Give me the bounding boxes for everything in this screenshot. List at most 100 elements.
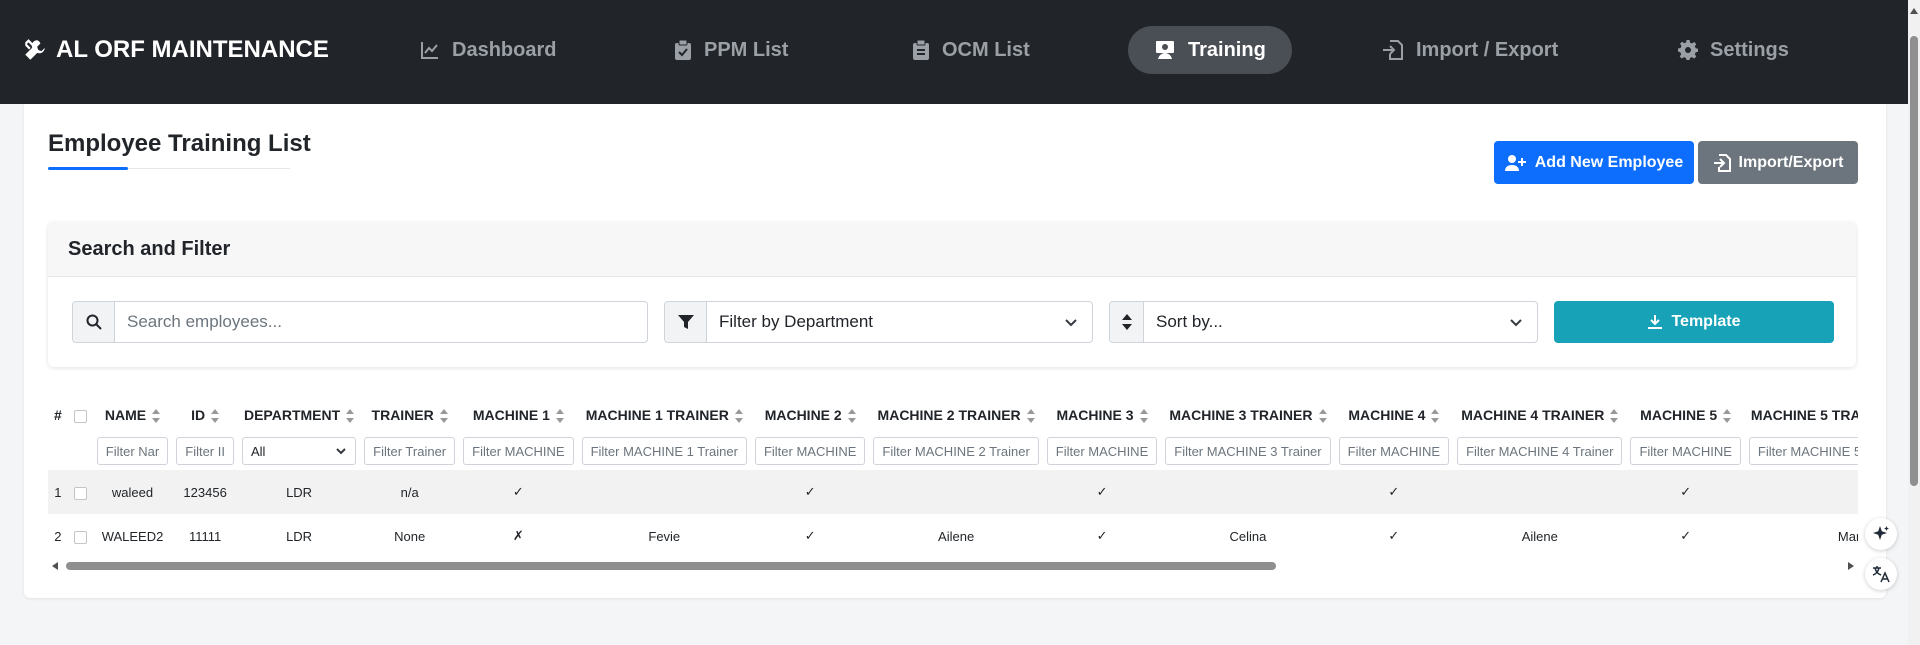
filter-id-input[interactable]: Filter II bbox=[176, 437, 234, 465]
gear-icon bbox=[1678, 40, 1698, 60]
filter-machine-4-trainer-input[interactable]: Filter MACHINE 4 Trainer bbox=[1457, 437, 1623, 465]
sort-icon[interactable] bbox=[555, 409, 564, 424]
department-filter-group[interactable]: Filter by Department bbox=[664, 301, 1093, 343]
sort-icon[interactable] bbox=[211, 409, 220, 424]
col-trainer[interactable]: TRAINER bbox=[360, 398, 459, 432]
sort-icon[interactable] bbox=[734, 409, 743, 424]
brand-logo[interactable]: AL ORF MAINTENANCE bbox=[22, 36, 329, 64]
table-header-row: # NAME ID DEPARTMENT TRAINER MACHINE 1 M… bbox=[48, 398, 1858, 432]
nav-ppm-label: PPM List bbox=[704, 38, 789, 61]
nav-training[interactable]: Training bbox=[1128, 26, 1292, 74]
sort-icon[interactable] bbox=[847, 409, 856, 424]
select-all-checkbox[interactable] bbox=[73, 409, 87, 423]
filter-cell-empty bbox=[48, 432, 68, 470]
table-horizontal-scrollbar[interactable] bbox=[48, 558, 1858, 572]
import-export-button[interactable]: Import/Export bbox=[1698, 141, 1858, 184]
nav-import-export[interactable]: Import / Export bbox=[1382, 26, 1558, 74]
cell-machine-5-trainer bbox=[1744, 470, 1858, 514]
user-plus-icon bbox=[1504, 154, 1526, 171]
filter-name-input[interactable]: Filter Nar bbox=[96, 437, 169, 465]
col-machine-4-trainer[interactable]: MACHINE 4 TRAINER bbox=[1453, 398, 1626, 432]
sort-group[interactable]: Sort by... bbox=[1109, 301, 1538, 343]
sort-icon[interactable] bbox=[1318, 409, 1327, 424]
col-machine-5-trainer[interactable]: MACHINE 5 TRAIN bbox=[1745, 398, 1858, 432]
employee-table-container[interactable]: # NAME ID DEPARTMENT TRAINER MACHINE 1 M… bbox=[48, 398, 1858, 558]
template-button[interactable]: Template bbox=[1554, 301, 1834, 343]
filter-department-select[interactable]: All bbox=[241, 437, 357, 465]
sort-icon[interactable] bbox=[1723, 409, 1732, 424]
clipboard-list-icon bbox=[913, 40, 929, 60]
col-machine-2[interactable]: MACHINE 2 bbox=[751, 398, 869, 432]
filter-machine-1-input[interactable]: Filter MACHINE bbox=[463, 437, 574, 465]
nav-dashboard[interactable]: Dashboard bbox=[420, 26, 556, 74]
col-machine-1-trainer[interactable]: MACHINE 1 TRAINER bbox=[578, 398, 751, 432]
filter-department-value: All bbox=[250, 443, 266, 459]
filter-machine-2-input[interactable]: Filter MACHINE bbox=[754, 437, 866, 465]
nav-settings[interactable]: Settings bbox=[1678, 26, 1789, 74]
scroll-left-icon[interactable] bbox=[52, 562, 58, 570]
scroll-right-icon[interactable] bbox=[1848, 562, 1854, 570]
search-input-group[interactable]: Search employees... bbox=[72, 301, 648, 343]
file-import-icon bbox=[1713, 153, 1731, 172]
table-scrollbar-thumb[interactable] bbox=[66, 562, 1276, 570]
filter-trainer-input[interactable]: Filter Trainer bbox=[364, 437, 456, 465]
sort-select[interactable]: Sort by... bbox=[1144, 302, 1537, 342]
col-machine-5[interactable]: MACHINE 5 bbox=[1626, 398, 1744, 432]
col-department[interactable]: DEPARTMENT bbox=[238, 398, 360, 432]
sort-icon[interactable] bbox=[1139, 409, 1148, 424]
tools-icon bbox=[25, 39, 45, 60]
scroll-up-icon[interactable] bbox=[1910, 8, 1918, 14]
row-checkbox[interactable] bbox=[73, 486, 87, 500]
sparkle-button[interactable] bbox=[1865, 518, 1897, 550]
chart-line-icon bbox=[421, 42, 438, 59]
cell-machine-4-trainer bbox=[1453, 470, 1627, 514]
col-id[interactable]: ID bbox=[172, 398, 238, 432]
sort-icon[interactable] bbox=[1610, 409, 1619, 424]
cell-machine-2-trainer: Ailene bbox=[938, 528, 975, 544]
col-machine-2-trainer[interactable]: MACHINE 2 TRAINER bbox=[869, 398, 1042, 432]
filter-machine-5-trainer-input[interactable]: Filter MACHINE 5 Tra bbox=[1748, 437, 1858, 465]
sort-icon[interactable] bbox=[1431, 409, 1440, 424]
col-machine-1[interactable]: MACHINE 1 bbox=[459, 398, 577, 432]
sort-icon[interactable] bbox=[346, 409, 355, 424]
row-checkbox[interactable] bbox=[73, 530, 87, 544]
col-select-all[interactable] bbox=[68, 398, 93, 432]
table-row[interactable]: 1 waleed 123456 LDR n/a ✓ ✓ ✓ ✓ ✓ bbox=[48, 470, 1858, 514]
department-select[interactable]: Filter by Department bbox=[707, 302, 1092, 342]
cell-machine-5-trainer: Marily bbox=[1837, 528, 1858, 544]
cell-machine-3-trainer: Celina bbox=[1229, 528, 1267, 544]
row-index: 1 bbox=[48, 470, 68, 514]
top-navbar: AL ORF MAINTENANCE Dashboard PPM List OC… bbox=[0, 0, 1908, 104]
sort-icon[interactable] bbox=[1026, 409, 1035, 424]
cell-machine-5: ✓ bbox=[1626, 470, 1745, 514]
sort-icon[interactable] bbox=[439, 409, 448, 424]
graduate-icon bbox=[1156, 41, 1174, 59]
filter-machine-4-input[interactable]: Filter MACHINE bbox=[1338, 437, 1450, 465]
cell-trainer: None bbox=[394, 528, 426, 544]
translate-button[interactable] bbox=[1865, 558, 1897, 590]
title-underline bbox=[48, 167, 290, 170]
cell-machine-3: ✓ bbox=[1042, 470, 1162, 514]
filter-machine-3-input[interactable]: Filter MACHINE bbox=[1046, 437, 1158, 465]
nav-ppm-list[interactable]: PPM List bbox=[674, 26, 788, 74]
col-machine-3-trainer[interactable]: MACHINE 3 TRAINER bbox=[1161, 398, 1334, 432]
filter-machine-3-trainer-input[interactable]: Filter MACHINE 3 Trainer bbox=[1165, 437, 1331, 465]
filter-machine-5-input[interactable]: Filter MACHINE bbox=[1630, 437, 1741, 465]
search-input[interactable]: Search employees... bbox=[115, 302, 647, 342]
filter-machine-1-trainer-input[interactable]: Filter MACHINE 1 Trainer bbox=[581, 437, 747, 465]
col-name[interactable]: NAME bbox=[93, 398, 172, 432]
nav-ocm-list[interactable]: OCM List bbox=[912, 26, 1030, 74]
table-row[interactable]: 2 WALEED2 11111 LDR None ✗ Fevie ✓ Ailen… bbox=[48, 514, 1858, 558]
cell-machine-4-trainer: Ailene bbox=[1521, 528, 1558, 544]
add-new-employee-button[interactable]: Add New Employee bbox=[1494, 141, 1694, 184]
filter-machine-2-trainer-input[interactable]: Filter MACHINE 2 Trainer bbox=[873, 437, 1039, 465]
col-machine-3[interactable]: MACHINE 3 bbox=[1043, 398, 1161, 432]
sort-icon[interactable] bbox=[152, 409, 161, 424]
cell-department: LDR bbox=[237, 470, 361, 514]
page-scrollbar[interactable] bbox=[1908, 0, 1920, 645]
cell-machine-1-trainer bbox=[577, 470, 751, 514]
col-machine-4[interactable]: MACHINE 4 bbox=[1335, 398, 1453, 432]
download-icon bbox=[1648, 315, 1663, 329]
nav-ocm-label: OCM List bbox=[942, 38, 1030, 61]
page-scrollbar-thumb[interactable] bbox=[1910, 36, 1918, 486]
